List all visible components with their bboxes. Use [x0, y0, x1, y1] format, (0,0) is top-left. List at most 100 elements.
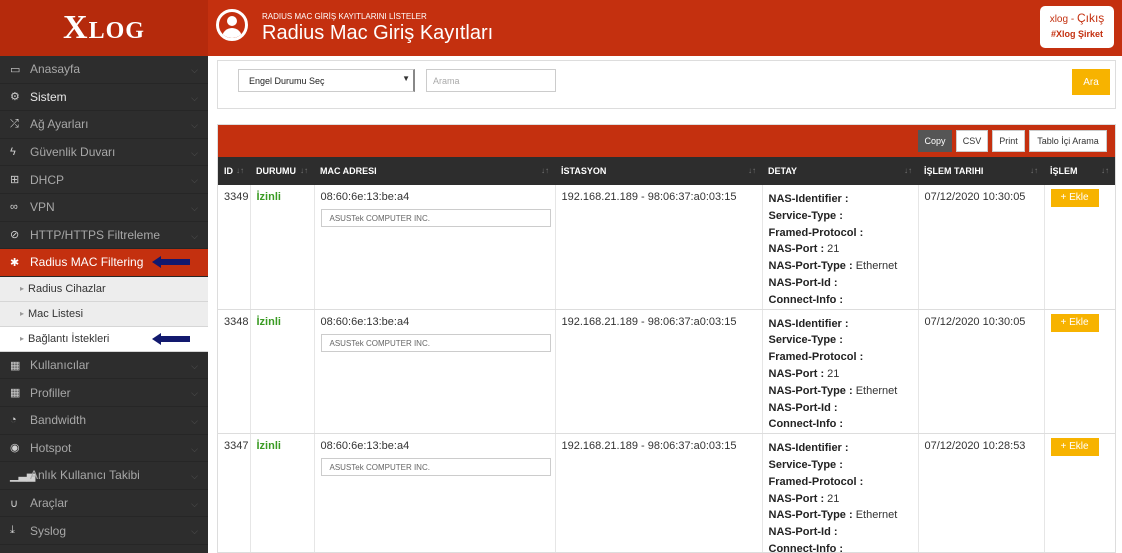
- sidebar-item-hotspot[interactable]: ◉ Hotspot ⌵: [0, 435, 208, 463]
- cell-station: 192.168.21.189 - 98:06:37:a0:03:15: [555, 309, 763, 435]
- gears-icon: ⚙: [10, 91, 20, 104]
- sitemap-icon: ⊞: [10, 174, 20, 187]
- binoculars-icon: ∞: [10, 201, 18, 214]
- sidebar-item-dhcp[interactable]: ⊞ DHCP ⌵: [0, 166, 208, 194]
- sidebar-item-profiller[interactable]: ▦ Profiller ⌵: [0, 379, 208, 407]
- cell-detail: NAS-Identifier : Service-Type : Framed-P…: [762, 309, 919, 435]
- column-header-mac[interactable]: MAC ADRESI ↓↑: [314, 157, 555, 185]
- cell-action: + Ekle: [1044, 309, 1115, 435]
- cell-station: 192.168.21.189 - 98:06:37:a0:03:15: [555, 433, 763, 552]
- sidebar-item-syslog[interactable]: ⤓ Syslog ⌵: [0, 517, 208, 545]
- status-badge: İzinli: [250, 309, 315, 435]
- table-row: 3347 İzinli 08:60:6e:13:be:a4 ASUSTek COM…: [218, 433, 1115, 552]
- status-badge: İzinli: [250, 433, 315, 552]
- search-input[interactable]: [426, 69, 556, 92]
- table-row: 3349 İzinli 08:60:6e:13:be:a4 ASUSTek COM…: [218, 185, 1115, 310]
- caret-right-icon: ▸: [20, 334, 25, 344]
- column-header-date[interactable]: İŞLEM TARIHI ↓↑: [918, 157, 1044, 185]
- logo-text: LOG: [88, 18, 145, 44]
- vendor-field: ASUSTek COMPUTER INC.: [320, 458, 551, 477]
- vendor-field: ASUSTek COMPUTER INC.: [320, 333, 551, 352]
- cell-date: 07/12/2020 10:28:53: [918, 433, 1045, 552]
- sidebar-item-bandwidth[interactable]: ◔ Bandwidth ⌵: [0, 407, 208, 435]
- user-icon: [216, 9, 248, 41]
- logo-letter: X: [63, 9, 89, 46]
- column-header-detail[interactable]: DETAY ↓↑: [762, 157, 918, 185]
- sidebar-subitem-baglanti-istekleri[interactable]: ▸ Bağlantı İstekleri: [0, 326, 208, 352]
- column-header-id[interactable]: ID ↓↑: [218, 157, 250, 185]
- records-table: ID ↓↑ DURUMU ↓↑ MAC ADRESI ↓↑ İSTASYON ↓↑ DE…: [218, 157, 1115, 552]
- sidebar-subitem-radius-cihazlar[interactable]: ▸ Radius Cihazlar: [0, 276, 208, 302]
- sidebar-item-radius-mac-filtering[interactable]: ✱ Radius MAC Filtering: [0, 249, 208, 277]
- sort-icon: ↓↑: [904, 166, 912, 175]
- chevron-down-icon: ⌵: [191, 120, 198, 131]
- sidebar-item-araclar[interactable]: ∪ Araçlar ⌵: [0, 490, 208, 518]
- cell-mac: 08:60:6e:13:be:a4 ASUSTek COMPUTER INC.: [314, 309, 556, 435]
- pointer-arrow-icon: [152, 332, 190, 345]
- sidebar-item-anasayfa[interactable]: ▭ Anasayfa ⌵: [0, 56, 208, 84]
- dashboard-icon: ◔: [10, 414, 17, 427]
- cell-mac: 08:60:6e:13:be:a4 ASUSTek COMPUTER INC.: [314, 185, 556, 310]
- cell-date: 07/12/2020 10:30:05: [918, 185, 1045, 310]
- copy-button[interactable]: Copy: [918, 130, 952, 152]
- chevron-down-icon: ⌵: [191, 498, 198, 509]
- signal-icon: ▁▃▅: [10, 469, 36, 482]
- table-row: 3348 İzinli 08:60:6e:13:be:a4 ASUSTek COM…: [218, 309, 1115, 435]
- sort-icon: ↓↑: [748, 166, 756, 175]
- column-header-action[interactable]: İŞLEM ↓↑: [1044, 157, 1115, 185]
- chevron-down-icon: ⌵: [191, 360, 198, 371]
- sidebar-item-guvenlik-duvari[interactable]: ϟ Güvenlik Duvarı ⌵: [0, 139, 208, 167]
- chevron-down-icon: ⌵: [191, 65, 198, 75]
- csv-button[interactable]: CSV: [956, 130, 988, 152]
- cell-id: 3347: [218, 433, 251, 552]
- print-button[interactable]: Print: [992, 130, 1025, 152]
- sidebar-item-sistem[interactable]: ⚙ Sistem ⌵: [0, 84, 208, 112]
- chevron-down-icon: ⌵: [191, 230, 198, 241]
- sidebar: ▭ Anasayfa ⌵ ⚙ Sistem ⌵ ⤮ Ağ Ayarları ⌵ ϟ Güven…: [0, 56, 208, 553]
- sidebar-item-ag-ayarlari[interactable]: ⤮ Ağ Ayarları ⌵: [0, 111, 208, 139]
- cell-date: 07/12/2020 10:30:05: [918, 309, 1045, 435]
- sidebar-item-anlik-takip[interactable]: ▁▃▅ Anlık Kullanıcı Takibi ⌵: [0, 462, 208, 490]
- add-button[interactable]: + Ekle: [1050, 313, 1099, 332]
- status-filter-select[interactable]: Engel Durumu Seç ▼: [238, 69, 415, 92]
- status-badge: İzinli: [250, 185, 315, 310]
- logout-link[interactable]: Çıkış: [1077, 11, 1104, 25]
- company-name: #Xlog Şirket: [1050, 29, 1104, 39]
- table-header-row: ID ↓↑ DURUMU ↓↑ MAC ADRESI ↓↑ İSTASYON ↓↑ DE…: [218, 157, 1115, 185]
- chevron-down-icon: ⌵: [191, 92, 198, 103]
- sort-icon: ↓↑: [300, 166, 308, 175]
- separator: -: [1070, 14, 1075, 25]
- column-header-status[interactable]: DURUMU ↓↑: [250, 157, 314, 185]
- chevron-down-icon: ⌵: [191, 471, 198, 482]
- user-menu[interactable]: xlog - Çıkış #Xlog Şirket: [1040, 6, 1114, 48]
- sort-icon: ↓↑: [1030, 166, 1038, 175]
- username: xlog: [1049, 14, 1069, 25]
- chevron-down-icon: ⌵: [191, 526, 198, 537]
- add-button[interactable]: + Ekle: [1050, 438, 1099, 457]
- table-toolbar: Copy CSV Print Tablo İçi Arama: [218, 125, 1115, 157]
- download-icon: ⤓: [10, 524, 15, 537]
- table-search-button[interactable]: Tablo İçi Arama: [1029, 130, 1107, 152]
- sort-icon: ↓↑: [236, 166, 244, 175]
- sidebar-item-vpn[interactable]: ∞ VPN ⌵: [0, 194, 208, 222]
- magnet-icon: ∪: [10, 497, 19, 510]
- shuffle-icon: ⤮: [10, 117, 19, 130]
- column-header-station[interactable]: İSTASYON ↓↑: [555, 157, 762, 185]
- logo[interactable]: XLOG: [0, 0, 208, 56]
- page-subtitle: RADIUS MAC GİRİŞ KAYITLARINI LİSTELER: [262, 12, 427, 21]
- sidebar-item-kullanicilar[interactable]: ▦ Kullanıcılar ⌵: [0, 352, 208, 380]
- search-button[interactable]: Ara: [1072, 69, 1110, 95]
- chevron-down-icon: ⌵: [191, 147, 198, 158]
- sidebar-item-http-filtreleme[interactable]: ⊘ HTTP/HTTPS Filtreleme ⌵: [0, 222, 208, 250]
- filter-panel: Engel Durumu Seç ▼ Ara: [217, 60, 1116, 109]
- cell-action: + Ekle: [1044, 433, 1115, 552]
- vendor-field: ASUSTek COMPUTER INC.: [320, 209, 551, 227]
- cell-id: 3349: [218, 185, 251, 310]
- eye-slash-icon: ⊘: [10, 229, 20, 242]
- pointer-arrow-icon: [152, 256, 190, 269]
- add-button[interactable]: + Ekle: [1050, 189, 1099, 207]
- chevron-down-icon: ⌵: [191, 415, 198, 426]
- cell-detail: NAS-Identifier : Service-Type : Framed-P…: [762, 433, 919, 552]
- sidebar-subitem-mac-listesi[interactable]: ▸ Mac Listesi: [0, 301, 208, 327]
- cell-station: 192.168.21.189 - 98:06:37:a0:03:15: [555, 185, 763, 310]
